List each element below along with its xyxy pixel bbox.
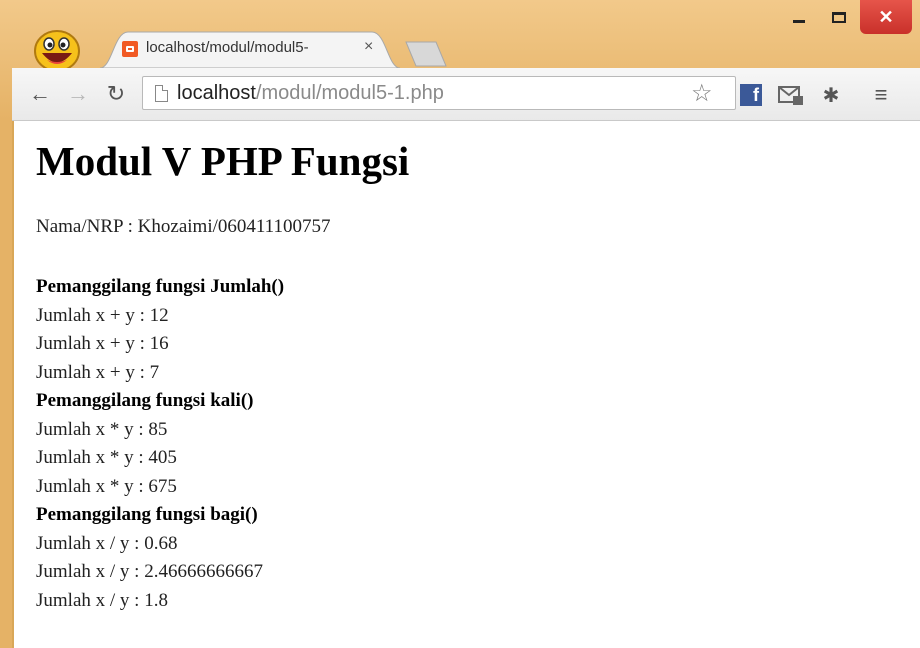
close-window-button[interactable]: ✕: [860, 0, 912, 34]
back-button[interactable]: ←: [26, 80, 54, 108]
minimize-button[interactable]: [780, 0, 818, 34]
browser-window: localhost/modul/modul5- × ✕ ← → ↻ localh…: [0, 0, 920, 648]
back-arrow-icon: ←: [29, 81, 51, 106]
tab-title: localhost/modul/modul5-: [146, 39, 309, 56]
page-heading: Modul V PHP Fungsi: [36, 138, 410, 184]
forward-arrow-icon: →: [67, 81, 89, 106]
maximize-button[interactable]: [820, 0, 858, 34]
output-line: Jumlah x / y : 0.68: [36, 532, 178, 554]
close-icon: ✕: [878, 6, 894, 27]
output-line: Jumlah x * y : 675: [36, 475, 177, 497]
url-path: /modul/modul5-1.php: [255, 82, 444, 104]
address-bar[interactable]: localhost/modul/modul5-1.php ☆: [142, 76, 736, 110]
output-line: Jumlah x * y : 405: [36, 447, 177, 468]
user-avatar-icon[interactable]: [30, 26, 84, 74]
facebook-extension-icon[interactable]: f: [738, 82, 764, 108]
output-line: Jumlah x + y : 16: [36, 333, 169, 354]
bug-extension-icon[interactable]: ✱: [818, 82, 844, 108]
section-heading: Pemanggilang fungsi kali(): [36, 390, 254, 411]
menu-icon[interactable]: ≡: [868, 82, 894, 108]
output-line: Jumlah x + y : 7: [36, 361, 160, 383]
forward-button[interactable]: →: [64, 80, 92, 108]
student-info: Nama/NRP : Khozaimi/060411100757: [36, 216, 331, 237]
output-line: Jumlah x / y : 1.8: [36, 589, 168, 611]
title-bar: localhost/modul/modul5- × ✕: [0, 0, 920, 72]
page-icon: [155, 85, 168, 102]
output-line: Jumlah x * y : 85: [36, 418, 168, 440]
bookmark-star-icon[interactable]: ☆: [691, 79, 713, 108]
url-host: localhost: [177, 82, 256, 104]
output-line: Jumlah x + y : 12: [36, 304, 169, 326]
section-heading: Pemanggilang fungsi Jumlah(): [36, 276, 285, 297]
maximize-icon: [832, 11, 846, 23]
browser-tab[interactable]: localhost/modul/modul5- ×: [100, 30, 400, 68]
section-heading: Pemanggilang fungsi bagi(): [36, 504, 258, 525]
reload-icon: ↻: [106, 81, 126, 106]
minimize-icon: [793, 19, 805, 23]
url-text: localhost/modul/modul5-1.php: [177, 82, 444, 105]
mail-extension-icon[interactable]: [778, 82, 804, 108]
browser-toolbar: ← → ↻ localhost/modul/modul5-1.php ☆ f ✱: [12, 68, 920, 121]
page-content: Modul V PHP Fungsi Nama/NRP : Khozaimi/0…: [12, 121, 920, 648]
page-favicon-icon: [122, 41, 138, 57]
reload-button[interactable]: ↻: [102, 80, 130, 108]
output-lines: Pemanggilang fungsi Jumlah() Jumlah x + y…: [36, 273, 284, 615]
output-line: Jumlah x / y : 2.46666666667: [36, 561, 263, 582]
tab-close-icon[interactable]: ×: [364, 38, 373, 56]
